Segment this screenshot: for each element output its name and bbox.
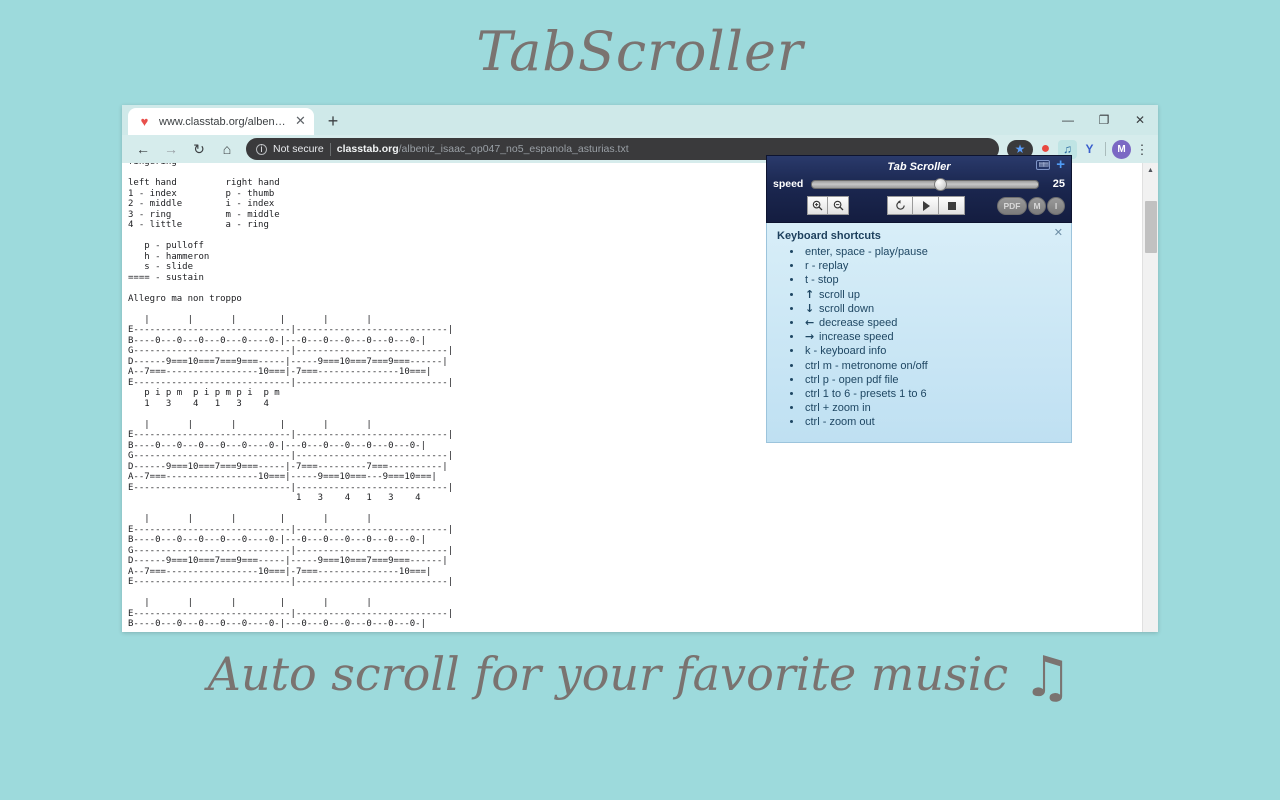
shortcut-arrow-icon: ← — [805, 316, 819, 330]
new-tab-button[interactable]: + — [320, 109, 346, 135]
tabscroller-header: Tab Scroller ▤▤ + speed 25 PDF M I — [766, 155, 1072, 223]
url-text: classtab.org/albeniz_isaac_op047_no5_esp… — [337, 143, 629, 155]
shortcut-label: r - replay — [805, 260, 849, 273]
tab-title: www.classtab.org/albeniz_isaac_o — [159, 115, 286, 128]
shortcut-item: ctrl + zoom in — [803, 401, 1061, 415]
keyboard-shortcuts-list: enter, space - play/pause r - replayt - s… — [803, 245, 1061, 430]
shortcut-item: → increase speed — [803, 330, 1061, 344]
shortcut-label: ctrl - zoom out — [805, 416, 875, 429]
scrollbar-thumb[interactable] — [1145, 201, 1157, 253]
metronome-button[interactable]: M — [1028, 196, 1046, 215]
forward-icon[interactable]: → — [158, 137, 184, 161]
url-domain: classtab.org — [336, 143, 399, 155]
security-status: Not secure — [273, 143, 324, 155]
expand-button[interactable]: + — [1056, 157, 1065, 172]
shortcut-label: scroll down — [819, 302, 875, 315]
page-scrollbar[interactable]: ▲ — [1142, 163, 1158, 632]
replay-button[interactable] — [887, 196, 913, 215]
shortcut-label: ctrl + zoom in — [805, 402, 871, 415]
shortcut-item: ↓ scroll down — [803, 302, 1061, 316]
close-icon[interactable]: ✕ — [293, 114, 308, 129]
tabscroller-title-row: Tab Scroller ▤▤ + — [773, 157, 1065, 174]
shortcut-item: ctrl p - open pdf file — [803, 373, 1061, 387]
minimize-button[interactable]: — — [1050, 105, 1086, 135]
shortcut-label: k - keyboard info — [805, 345, 887, 358]
browser-tab[interactable]: ♥ www.classtab.org/albeniz_isaac_o ✕ — [128, 108, 314, 135]
divider — [329, 142, 331, 156]
pdf-button[interactable]: PDF — [997, 196, 1027, 215]
zoom-in-icon[interactable] — [807, 196, 828, 215]
shortcut-label: enter, space - play/pause — [805, 246, 928, 258]
stop-square-icon — [947, 201, 956, 210]
speed-value: 25 — [1052, 178, 1065, 190]
shortcut-arrow-icon: ↓ — [805, 301, 819, 315]
play-button[interactable] — [913, 196, 939, 215]
home-icon[interactable]: ⌂ — [214, 137, 240, 161]
tab-strip: ♥ www.classtab.org/albeniz_isaac_o ✕ + —… — [122, 105, 1158, 135]
tablature-text: fingering - left hand right hand 1 - ind… — [128, 163, 454, 629]
shortcut-label: ctrl m - metronome on/off — [805, 359, 928, 372]
close-window-button[interactable]: ✕ — [1122, 105, 1158, 135]
info-icon: i — [256, 143, 267, 155]
page-title: TabScroller — [476, 20, 804, 83]
music-note-icon: ♫ — [1022, 645, 1073, 710]
shortcut-item: ← decrease speed — [803, 316, 1061, 330]
speed-slider-thumb[interactable] — [934, 177, 948, 191]
speed-control-row: speed 25 — [773, 177, 1065, 191]
shortcut-item: ctrl m - metronome on/off — [803, 359, 1061, 373]
window-controls: — ❐ ✕ — [1050, 105, 1158, 135]
url-path: /albeniz_isaac_op047_no5_espanola_asturi… — [398, 143, 629, 155]
keyboard-shortcuts-panel: Keyboard shortcuts ✕ enter, space - play… — [766, 223, 1072, 443]
keyboard-shortcuts-title: Keyboard shortcuts — [777, 230, 881, 242]
shortcut-label: scroll up — [819, 288, 861, 301]
utility-button-group: PDF M I — [997, 196, 1065, 215]
zoom-out-icon[interactable] — [828, 196, 849, 215]
reload-icon[interactable]: ↻ — [186, 137, 212, 161]
shortcut-item: r - replay — [803, 259, 1061, 273]
info-button[interactable]: I — [1047, 196, 1065, 215]
zoom-button-group — [807, 196, 849, 215]
shortcut-arrow-icon: → — [805, 330, 819, 344]
promo-tagline-text: Auto scroll for your favorite music — [207, 647, 1009, 701]
speed-slider[interactable] — [811, 177, 1039, 191]
divider — [1105, 142, 1106, 156]
avatar[interactable]: M — [1112, 139, 1131, 159]
speed-label: speed — [773, 178, 804, 190]
shortcut-label: ctrl 1 to 6 - presets 1 to 6 — [805, 388, 927, 401]
promo-tagline: Auto scroll for your favorite music ♫ — [0, 645, 1280, 710]
tabscroller-panel: Tab Scroller ▤▤ + speed 25 PDF M I Keybo… — [766, 155, 1072, 443]
zoom-in-glyph — [812, 200, 823, 211]
shortcut-item: ↑ scroll up — [803, 288, 1061, 302]
heart-icon: ♥ — [140, 114, 149, 129]
yandex-extension-icon[interactable]: Y — [1080, 140, 1099, 159]
shortcut-item: ctrl 1 to 6 - presets 1 to 6 — [803, 387, 1061, 401]
tabscroller-header-icons: ▤▤ + — [1036, 157, 1065, 172]
shortcut-item: enter, space - play/pause — [803, 245, 1061, 259]
keyboard-icon[interactable]: ▤▤ — [1036, 159, 1051, 170]
playback-button-group — [887, 196, 965, 215]
shortcut-label: ctrl p - open pdf file — [805, 373, 899, 386]
shortcut-label: decrease speed — [819, 317, 898, 330]
play-triangle-icon — [923, 200, 930, 211]
shortcut-item: ctrl - zoom out — [803, 415, 1061, 429]
shortcut-label: increase speed — [819, 331, 894, 344]
close-shortcuts-icon[interactable]: ✕ — [1054, 228, 1063, 239]
shortcut-label: t - stop — [805, 274, 839, 287]
shortcut-item: t - stop — [803, 273, 1061, 287]
tabscroller-button-row: PDF M I — [773, 196, 1065, 215]
zoom-out-glyph — [833, 200, 843, 211]
stop-button[interactable] — [939, 196, 965, 215]
tabscroller-title: Tab Scroller — [887, 161, 951, 173]
back-icon[interactable]: ← — [130, 137, 156, 161]
replay-icon — [895, 200, 905, 210]
restore-button[interactable]: ❐ — [1086, 105, 1122, 135]
shortcut-item: k - keyboard info — [803, 344, 1061, 358]
scroll-up-icon[interactable]: ▲ — [1143, 163, 1158, 178]
browser-menu-icon[interactable]: ⋮ — [1134, 143, 1150, 156]
shortcut-arrow-icon: ↑ — [805, 287, 819, 301]
